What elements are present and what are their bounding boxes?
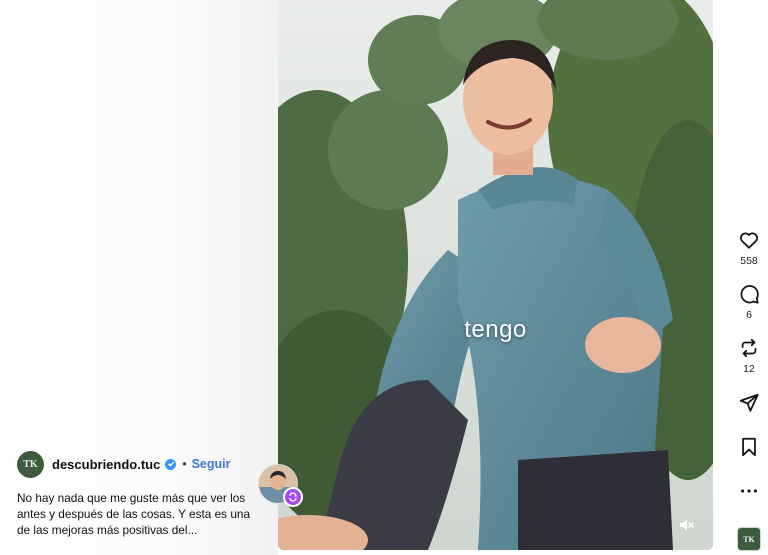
video-subtitle: tengo <box>464 316 527 343</box>
action-bar: 558 6 12 <box>730 0 768 555</box>
author-username[interactable]: descubriendo.tuc <box>52 457 160 472</box>
comment-icon <box>740 285 759 304</box>
like-count: 558 <box>740 255 758 267</box>
author-row: TK descubriendo.tuc • Seguir <box>17 450 231 478</box>
comment-button[interactable]: 6 <box>730 283 768 321</box>
post-caption: No hay nada que me guste más que ver los… <box>17 491 251 537</box>
more-icon <box>741 489 757 493</box>
audio-thumbnail[interactable]: TK <box>737 527 761 551</box>
mute-button[interactable] <box>675 514 697 536</box>
repost-count: 12 <box>743 363 755 375</box>
video-frame <box>278 0 713 550</box>
mute-icon <box>680 519 694 531</box>
follow-button[interactable]: Seguir <box>192 457 231 471</box>
repost-icon <box>741 338 757 358</box>
author-avatar-text: TK <box>23 458 38 470</box>
repost-button[interactable]: 12 <box>730 337 768 375</box>
share-icon <box>739 393 759 412</box>
share-button[interactable] <box>730 392 768 414</box>
reel-video[interactable]: tengo <box>278 0 713 550</box>
post-info-panel: TK descubriendo.tuc • Seguir No hay nada… <box>0 0 278 555</box>
more-options-button[interactable] <box>730 480 768 502</box>
remix-icon <box>289 492 297 502</box>
heart-icon <box>740 232 758 249</box>
verified-icon <box>165 458 177 470</box>
comment-count: 6 <box>746 309 752 321</box>
like-button[interactable]: 558 <box>730 229 768 267</box>
separator-dot: • <box>182 457 187 471</box>
remix-badge <box>283 487 303 507</box>
author-avatar[interactable]: TK <box>17 450 44 478</box>
audio-thumbnail-text: TK <box>743 534 755 544</box>
save-button[interactable] <box>730 436 768 458</box>
save-icon <box>742 437 756 457</box>
